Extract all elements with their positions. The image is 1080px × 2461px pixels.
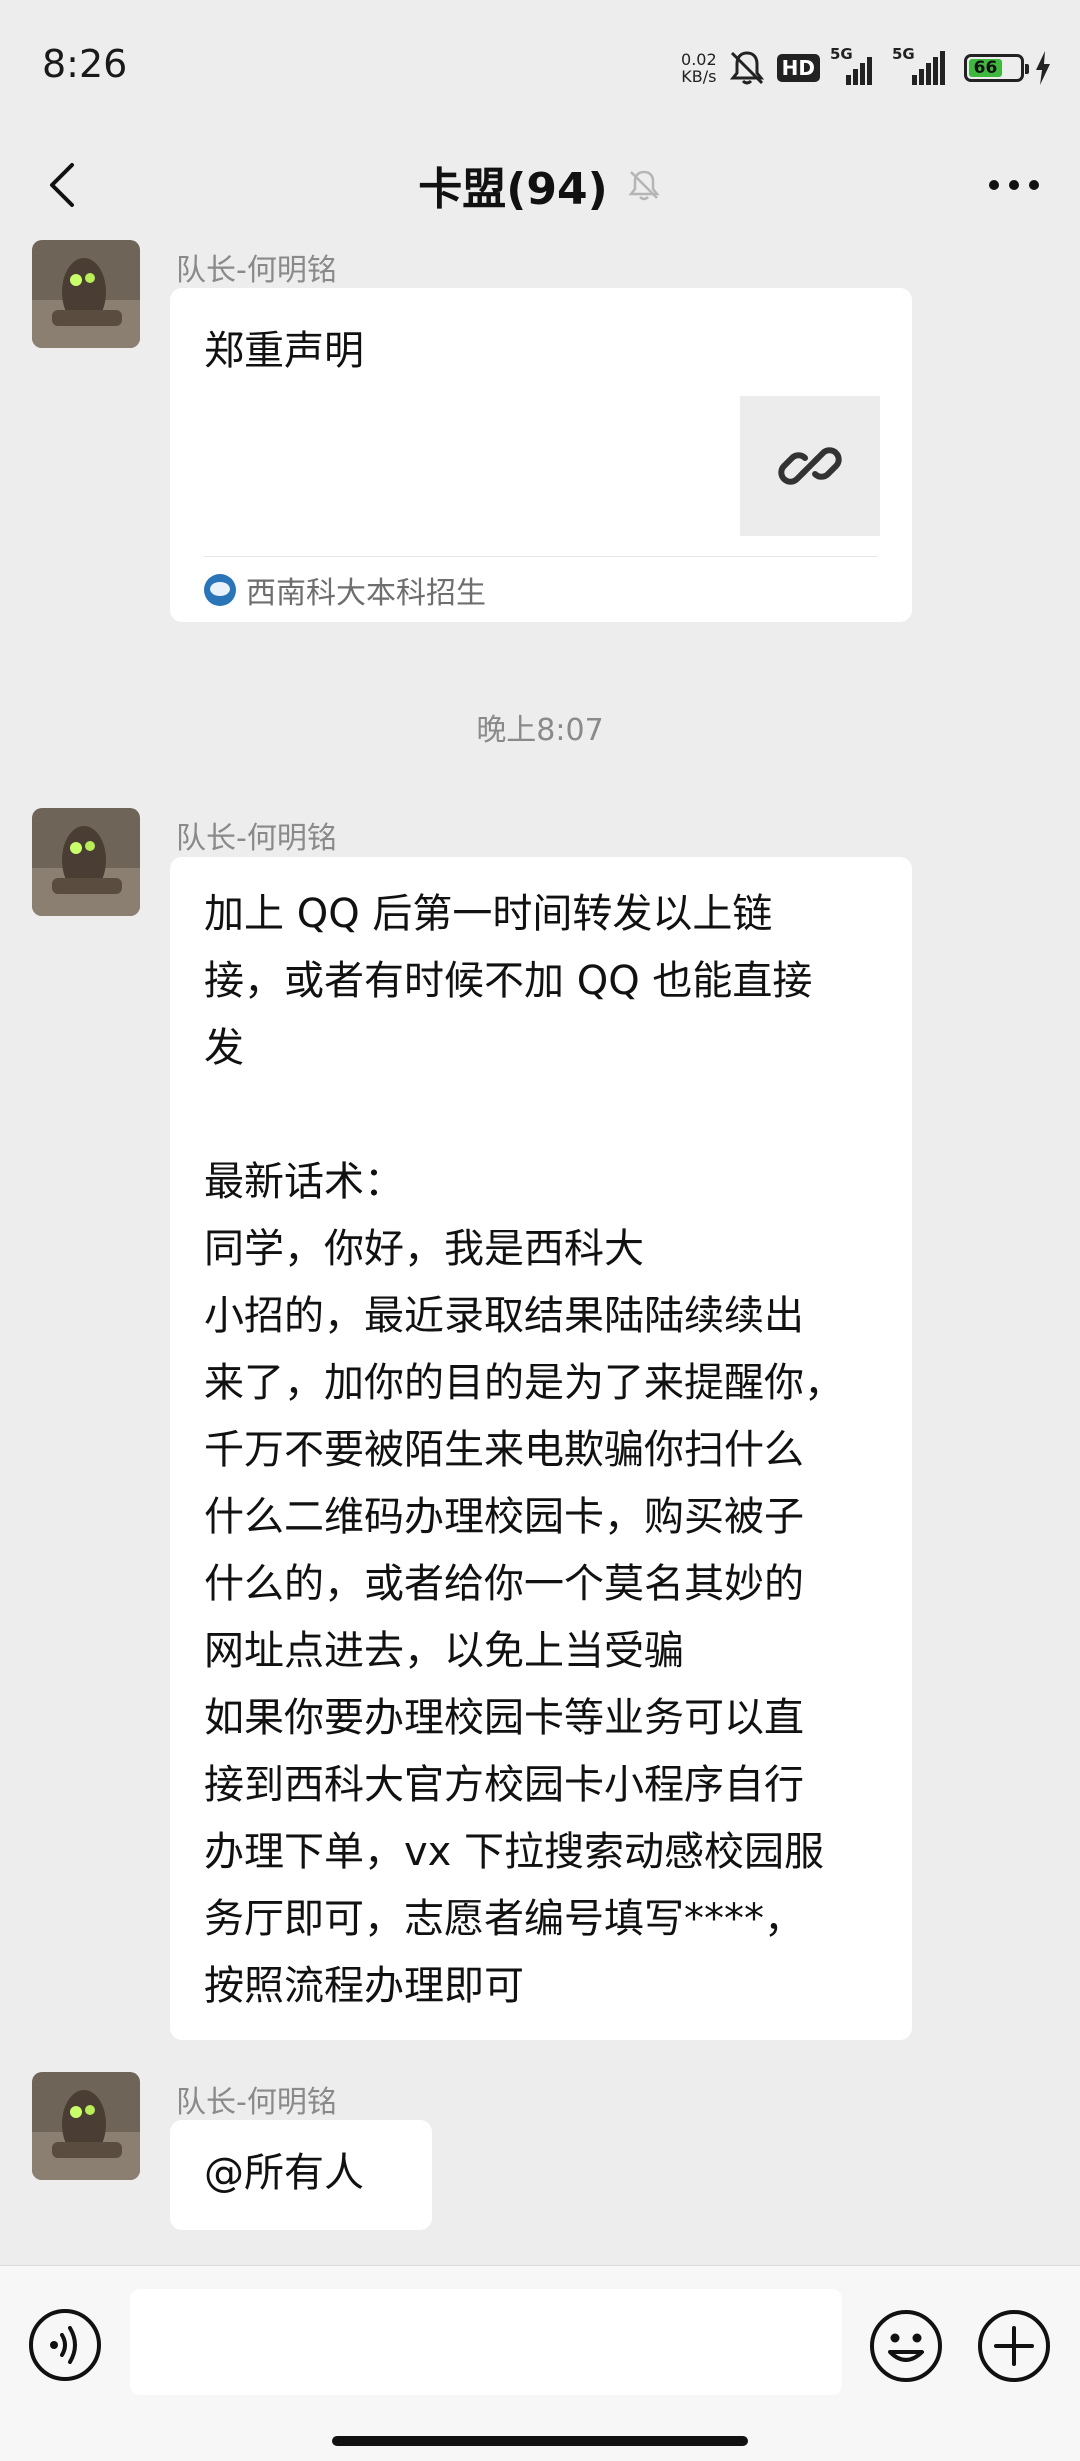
emoji-icon[interactable] bbox=[868, 2308, 944, 2384]
charging-icon bbox=[1036, 51, 1050, 85]
message-text: @所有人 bbox=[204, 2150, 364, 2196]
message-input[interactable] bbox=[130, 2289, 842, 2395]
sender-name: 队长-何明铭 bbox=[176, 2085, 337, 2120]
text-message[interactable]: 加上 QQ 后第一时间转发以上链 接，或者有时候不加 QQ 也能直接 发 最新话… bbox=[170, 857, 912, 2040]
status-icons: 0.02 KB/s HD 5G 5G 66 bbox=[681, 45, 1052, 90]
link-divider bbox=[204, 556, 878, 557]
text-message[interactable]: @所有人 bbox=[170, 2120, 432, 2230]
status-time: 8:26 bbox=[42, 42, 128, 86]
avatar-image bbox=[32, 808, 140, 916]
signal-5g-2: 5G bbox=[892, 45, 954, 85]
link-card-message[interactable]: 郑重声明 西南科大本科招生 bbox=[170, 288, 912, 622]
sender-name: 队长-何明铭 bbox=[176, 821, 337, 856]
notification-muted-icon bbox=[729, 51, 764, 85]
message-timestamp: 晚上8:07 bbox=[476, 713, 604, 748]
chat-header: 卡盟(94) bbox=[0, 135, 1080, 235]
signal-label: 5G bbox=[830, 45, 853, 63]
sender-avatar[interactable] bbox=[32, 2072, 140, 2180]
network-speed: 0.02 KB/s bbox=[681, 51, 717, 85]
sender-name: 队长-何明铭 bbox=[176, 253, 337, 288]
link-icon bbox=[778, 447, 842, 485]
sender-avatar[interactable] bbox=[32, 240, 140, 348]
more-options-icon[interactable] bbox=[984, 163, 1044, 207]
sender-avatar[interactable] bbox=[32, 808, 140, 916]
link-source: 西南科大本科招生 bbox=[204, 568, 486, 612]
avatar-image bbox=[32, 240, 140, 348]
battery-icon: 66 bbox=[964, 54, 1029, 82]
signal-5g-1: 5G bbox=[830, 45, 882, 85]
input-bar bbox=[0, 2265, 1080, 2461]
signal-label: 5G bbox=[892, 45, 915, 63]
battery-level: 66 bbox=[969, 58, 1002, 78]
chat-title: 卡盟(94) bbox=[418, 164, 608, 215]
source-logo-icon bbox=[204, 574, 236, 606]
voice-icon[interactable] bbox=[28, 2308, 102, 2382]
home-indicator[interactable] bbox=[332, 2436, 748, 2446]
message-text: 加上 QQ 后第一时间转发以上链 接，或者有时候不加 QQ 也能直接 发 最新话… bbox=[204, 891, 844, 2009]
network-speed-value: 0.02 bbox=[681, 50, 717, 69]
link-title: 郑重声明 bbox=[204, 328, 364, 374]
network-speed-unit: KB/s bbox=[681, 67, 717, 86]
avatar-image bbox=[32, 2072, 140, 2180]
link-thumbnail bbox=[740, 396, 880, 536]
title-group: 卡盟(94) bbox=[0, 135, 1080, 235]
plus-icon[interactable] bbox=[976, 2308, 1052, 2384]
status-bar: 8:26 0.02 KB/s HD 5G 5G 66 bbox=[0, 0, 1080, 135]
mute-bell-icon bbox=[628, 170, 660, 201]
link-source-name: 西南科大本科招生 bbox=[246, 576, 486, 611]
hd-badge: HD bbox=[776, 54, 820, 82]
